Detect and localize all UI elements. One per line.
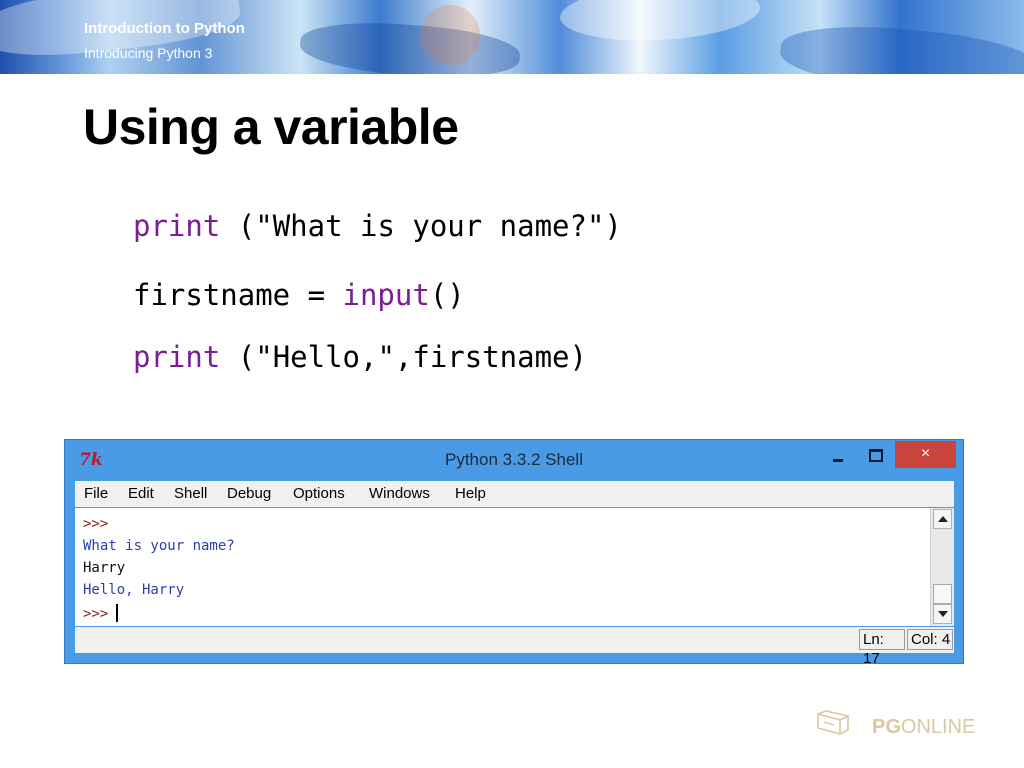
code-plain: firstname = xyxy=(133,278,343,312)
pg-online-logo-icon xyxy=(817,710,849,736)
shell-text-area[interactable]: >>> What is your name? Harry Hello, Harr… xyxy=(75,508,930,626)
menu-edit[interactable]: Edit xyxy=(128,485,154,502)
logo-wordmark: PGONLINE xyxy=(872,716,975,739)
course-subtitle: Introducing Python 3 xyxy=(84,45,213,61)
logo-bold-text: PG xyxy=(872,716,901,738)
menu-bar: File Edit Shell Debug Options Windows He… xyxy=(75,481,954,507)
pg-online-logo: PGONLINE xyxy=(816,708,986,748)
code-keyword: print xyxy=(133,209,221,243)
python-shell-window: 7k Python 3.3.2 Shell × File Edit Shell … xyxy=(64,439,964,667)
menu-shell[interactable]: Shell xyxy=(174,485,207,502)
minimize-button[interactable] xyxy=(825,446,853,470)
logo-light-text: ONLINE xyxy=(900,716,976,738)
menu-debug[interactable]: Debug xyxy=(227,485,271,502)
scroll-up-arrow-icon[interactable] xyxy=(933,509,952,529)
scroll-thumb[interactable] xyxy=(933,584,952,604)
shell-output: Hello, Harry xyxy=(83,582,185,598)
line-number-status: Ln: 17 xyxy=(859,629,905,667)
status-bar: Ln: 17 Col: 4 xyxy=(75,627,954,667)
menu-help[interactable]: Help xyxy=(455,485,486,502)
text-cursor xyxy=(116,604,119,622)
code-line-2: firstname = input() xyxy=(133,278,465,312)
code-keyword: input xyxy=(342,278,430,312)
header-banner: Introduction to Python Introducing Pytho… xyxy=(0,0,1024,74)
shell-prompt: >>> xyxy=(83,606,109,622)
code-line-3: print ("Hello,",firstname) xyxy=(133,340,587,374)
column-number-status: Col: 4 xyxy=(907,629,953,650)
course-title: Introduction to Python xyxy=(84,20,245,37)
close-button[interactable]: × xyxy=(895,441,956,468)
vertical-scrollbar[interactable] xyxy=(930,508,954,626)
window-titlebar[interactable]: 7k Python 3.3.2 Shell × xyxy=(65,440,963,480)
menu-windows[interactable]: Windows xyxy=(369,485,430,502)
menu-options[interactable]: Options xyxy=(293,485,345,502)
shell-prompt: >>> xyxy=(83,516,109,532)
menu-file[interactable]: File xyxy=(84,485,108,502)
code-rest: ("Hello,",firstname) xyxy=(220,340,587,374)
slide-title: Using a variable xyxy=(83,99,459,155)
code-keyword: print xyxy=(133,340,221,374)
shell-output: What is your name? xyxy=(83,538,235,554)
maximize-button[interactable] xyxy=(861,446,889,470)
code-rest: ("What is your name?") xyxy=(220,209,622,243)
scroll-down-arrow-icon[interactable] xyxy=(933,604,952,624)
shell-prompt-line: >>> xyxy=(83,604,119,622)
code-line-1: print ("What is your name?") xyxy=(133,209,622,243)
shell-input: Harry xyxy=(83,560,126,576)
code-rest: () xyxy=(429,278,465,312)
